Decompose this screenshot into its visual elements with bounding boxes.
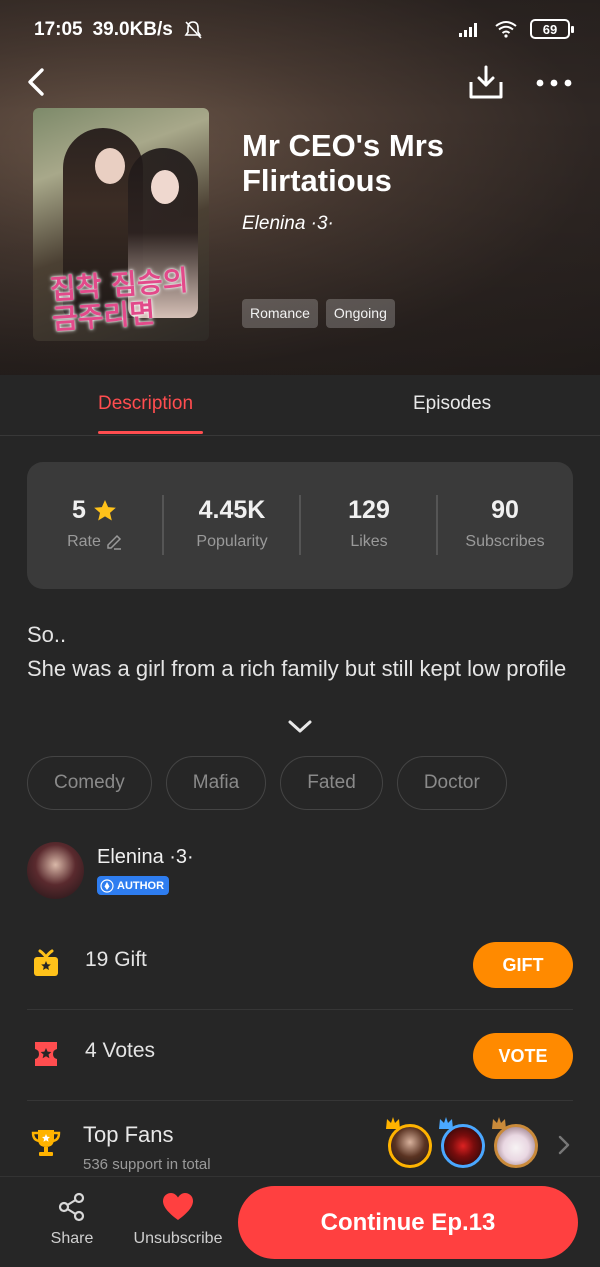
heart-icon (163, 1193, 193, 1220)
author-badge: AUTHOR (97, 876, 170, 895)
unsubscribe-label: Unsubscribe (133, 1230, 223, 1247)
edit-pencil-icon (107, 534, 121, 550)
tab-episodes[interactable]: Episodes (413, 393, 491, 415)
download-icon[interactable] (468, 64, 504, 100)
vote-button[interactable]: VOTE (473, 1033, 573, 1079)
crown-bronze-icon (492, 1117, 506, 1129)
top-fans-title: Top Fans (83, 1122, 174, 1147)
tab-description[interactable]: Description (98, 393, 193, 415)
rate-value: 5 (72, 496, 86, 524)
author-avatar[interactable] (27, 842, 84, 899)
stat-popularity: 4.45K Popularity (164, 496, 300, 551)
stat-subscribes: 90 Subscribes (437, 496, 573, 551)
back-icon[interactable] (22, 64, 52, 100)
crown-blue-icon (439, 1117, 453, 1129)
author-name[interactable]: Elenina ·3· (97, 846, 194, 869)
stats-card: 5 Rate 4.45K Popularity 129 Likes 90 Sub… (27, 462, 573, 589)
trophy-icon (31, 1130, 61, 1156)
wifi-icon (495, 21, 517, 38)
vote-row: 4 Votes VOTE (27, 1009, 573, 1101)
share-icon (58, 1192, 85, 1222)
book-author[interactable]: Elenina ·3· (242, 213, 334, 235)
tag-ongoing[interactable]: Ongoing (325, 299, 395, 328)
share-label: Share (50, 1230, 94, 1247)
more-options-icon[interactable] (534, 68, 574, 98)
cover-title-art: 집착 짐승의 금주리면 (48, 263, 190, 337)
fan-avatar-1[interactable] (388, 1124, 432, 1168)
top-fans-row[interactable]: Top Fans 536 support in total (27, 1112, 573, 1182)
divider (27, 1100, 573, 1101)
share-button[interactable]: Share (48, 1191, 96, 1248)
chip-doctor[interactable]: Doctor (396, 756, 507, 810)
gift-icon (34, 949, 58, 976)
active-tab-indicator (98, 431, 203, 434)
chip-fated[interactable]: Fated (280, 756, 383, 810)
genre-tags: Romance Ongoing (242, 299, 395, 328)
rate-label: Rate (67, 533, 101, 550)
star-icon (94, 499, 116, 521)
crown-gold-icon (386, 1117, 400, 1129)
book-cover[interactable]: 집착 짐승의 금주리면 (33, 108, 209, 341)
bottom-action-bar: Share Unsubscribe Continue Ep.13 (0, 1176, 600, 1267)
keyword-chips: Comedy Mafia Fated Doctor (27, 756, 507, 810)
subscribes-label: Subscribes (465, 533, 545, 550)
likes-label: Likes (350, 533, 388, 550)
battery-indicator: 69 (530, 19, 574, 39)
popularity-label: Popularity (196, 533, 268, 550)
gift-row: 19 Gift GIFT (27, 918, 573, 1010)
book-description: So.. She was a girl from a rich family b… (27, 618, 577, 686)
continue-reading-button[interactable]: Continue Ep.13 (238, 1186, 578, 1259)
quill-icon (100, 878, 114, 893)
subscribes-value: 90 (491, 496, 519, 524)
signal-icon (459, 23, 477, 37)
network-speed: 39.0KB/s (92, 19, 173, 40)
vote-count: 4 Votes (85, 1039, 156, 1062)
status-bar: 17:05 39.0KB/s 69 (0, 0, 600, 60)
popularity-value: 4.45K (198, 496, 266, 524)
fan-avatar-2[interactable] (441, 1124, 485, 1168)
mute-bell-icon (184, 21, 202, 39)
chevron-right-icon (558, 1135, 570, 1155)
book-title: Mr CEO's Mrs Flirtatious (242, 128, 445, 198)
top-nav (0, 60, 600, 110)
stat-rate[interactable]: 5 Rate (27, 496, 163, 551)
gift-button[interactable]: GIFT (473, 942, 573, 988)
chip-mafia[interactable]: Mafia (165, 756, 267, 810)
description-line-2: She was a girl from a rich family but st… (27, 656, 567, 681)
vote-ticket-icon (35, 1042, 57, 1066)
description-line-1: So.. (27, 622, 67, 647)
expand-chevron-icon[interactable] (286, 716, 314, 738)
chip-comedy[interactable]: Comedy (27, 756, 152, 810)
likes-value: 129 (348, 496, 390, 524)
unsubscribe-button[interactable]: Unsubscribe (130, 1191, 226, 1248)
fan-avatar-3[interactable] (494, 1124, 538, 1168)
tab-bar: Description Episodes (0, 375, 600, 436)
top-fans-subtitle: 536 support in total (83, 1156, 211, 1173)
tag-romance[interactable]: Romance (242, 299, 318, 328)
status-time: 17:05 (34, 19, 83, 40)
gift-count: 19 Gift (85, 948, 147, 971)
stat-likes: 129 Likes (301, 496, 437, 551)
